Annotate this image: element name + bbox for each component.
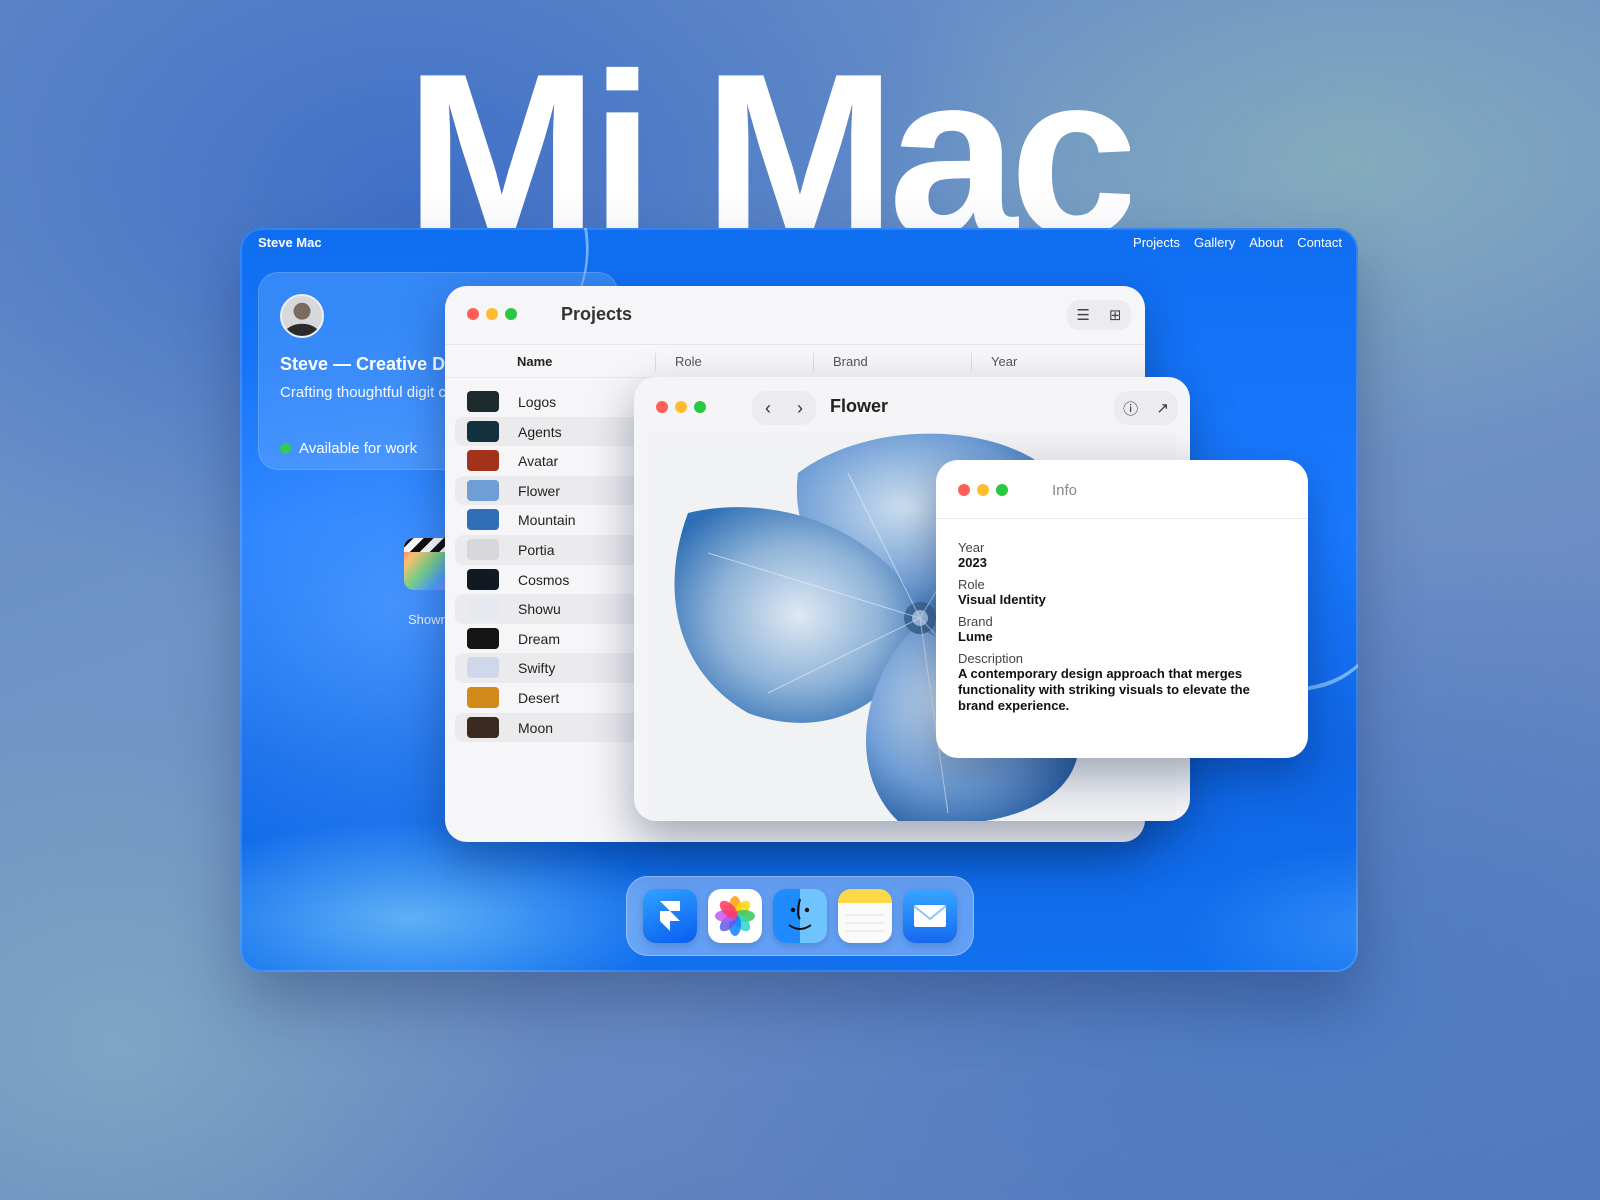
project-thumbnail [467,391,499,412]
close-button[interactable] [958,484,970,496]
field-label: Role [958,577,985,592]
table-row[interactable]: Moon [455,712,655,743]
window-actions: ⓘ ↗ [1114,391,1178,425]
table-row[interactable]: Dream [455,624,655,654]
info-details: Year 2023 Role Visual Identity Brand Lum… [958,540,1288,714]
chevron-right-icon[interactable]: › [797,398,803,419]
project-name: Agents [518,423,562,440]
finder-app-icon[interactable] [773,889,827,943]
description-text: A contemporary design approach that merg… [958,666,1250,713]
status-label: Available for work [299,440,418,457]
project-list: Logos Agents Avatar Flower Mountain Port… [455,387,655,743]
zoom-button[interactable] [505,308,517,320]
nav-gallery[interactable]: Gallery [1194,235,1235,250]
project-name: Mountain [518,512,576,529]
table-row[interactable]: Avatar [455,446,655,476]
status-dot-icon [280,443,291,454]
project-name: Swifty [518,660,556,677]
chevron-left-icon[interactable]: ‹ [765,398,771,419]
table-row[interactable]: Flower [455,475,655,506]
table-row[interactable]: Showu [455,594,655,624]
table-row[interactable]: Agents [455,416,655,447]
project-thumbnail [467,479,499,501]
window-title: Projects [561,304,633,324]
project-name: Moon [518,719,554,736]
site-brand[interactable]: Steve Mac [258,235,322,250]
project-thumbnail [467,420,499,442]
window-title: Flower [830,396,889,416]
availability-status: Available for work [280,440,417,457]
open-external-icon[interactable]: ↗ [1156,399,1169,417]
info-icon[interactable]: ⓘ [1123,398,1138,419]
dock [626,876,974,956]
project-name: Avatar [518,453,559,470]
table-row[interactable]: Logos [455,387,655,417]
project-thumbnail [467,657,499,679]
menu-bar: Steve Mac Projects Gallery About Contact [240,228,1358,258]
framer-app-icon[interactable] [643,889,697,943]
project-thumbnail [467,509,499,531]
project-name: Desert [518,689,560,706]
hero-title: Mi Mac [405,40,1131,230]
window-controls [958,484,1008,496]
view-toggle: ☰ ⊞ [1067,300,1131,330]
table-row[interactable]: Portia [455,534,655,565]
zoom-button[interactable] [694,401,706,413]
column-header: Name Role Brand Year [445,344,1145,378]
column-brand[interactable]: Brand [833,354,868,369]
list-view-icon[interactable]: ☰ [1076,306,1089,324]
column-name[interactable]: Name [517,354,552,369]
nav-arrows: ‹ › [752,391,816,425]
field-value: Lume [958,629,993,644]
table-row[interactable]: Mountain [455,505,655,535]
top-nav: Projects Gallery About Contact [1133,235,1342,250]
notes-app-icon[interactable] [838,889,892,943]
close-button[interactable] [656,401,668,413]
project-thumbnail [467,716,499,738]
project-thumbnail [467,450,499,472]
project-name: Logos [518,394,557,410]
info-window: Info Year 2023 Role Visual Identity Bran… [936,460,1308,758]
minimize-button[interactable] [486,308,498,320]
table-row[interactable]: Swifty [455,653,655,683]
project-thumbnail [467,627,499,649]
project-thumbnail [467,568,499,590]
table-row[interactable]: Cosmos [455,565,655,595]
field-label: Year [958,540,985,555]
project-name: Showu [518,601,561,618]
divider [936,518,1308,519]
photos-app-icon[interactable] [708,889,762,943]
nav-projects[interactable]: Projects [1133,235,1180,250]
project-name: Flower [518,482,561,499]
grid-view-icon[interactable]: ⊞ [1109,306,1122,324]
minimize-button[interactable] [675,401,687,413]
project-thumbnail [467,598,499,620]
field-value: 2023 [958,555,987,570]
table-row[interactable]: Desert [455,683,655,713]
project-thumbnail [467,686,499,708]
zoom-button[interactable] [996,484,1008,496]
column-role[interactable]: Role [675,354,702,369]
window-controls [656,401,706,413]
mail-app-icon[interactable] [903,889,957,943]
field-label: Description [958,651,1024,666]
nav-contact[interactable]: Contact [1297,235,1342,250]
field-value: Visual Identity [958,592,1046,607]
minimize-button[interactable] [977,484,989,496]
profile-name: Steve — Creative De [280,354,456,374]
avatar [280,294,324,338]
window-title: Info [1052,482,1078,499]
project-name: Portia [518,541,555,558]
project-thumbnail [467,538,499,560]
field-label: Brand [958,614,993,629]
column-year[interactable]: Year [991,354,1017,369]
window-controls [467,308,517,320]
project-name: Cosmos [518,571,570,588]
close-button[interactable] [467,308,479,320]
nav-about[interactable]: About [1249,235,1283,250]
project-name: Dream [518,630,561,647]
